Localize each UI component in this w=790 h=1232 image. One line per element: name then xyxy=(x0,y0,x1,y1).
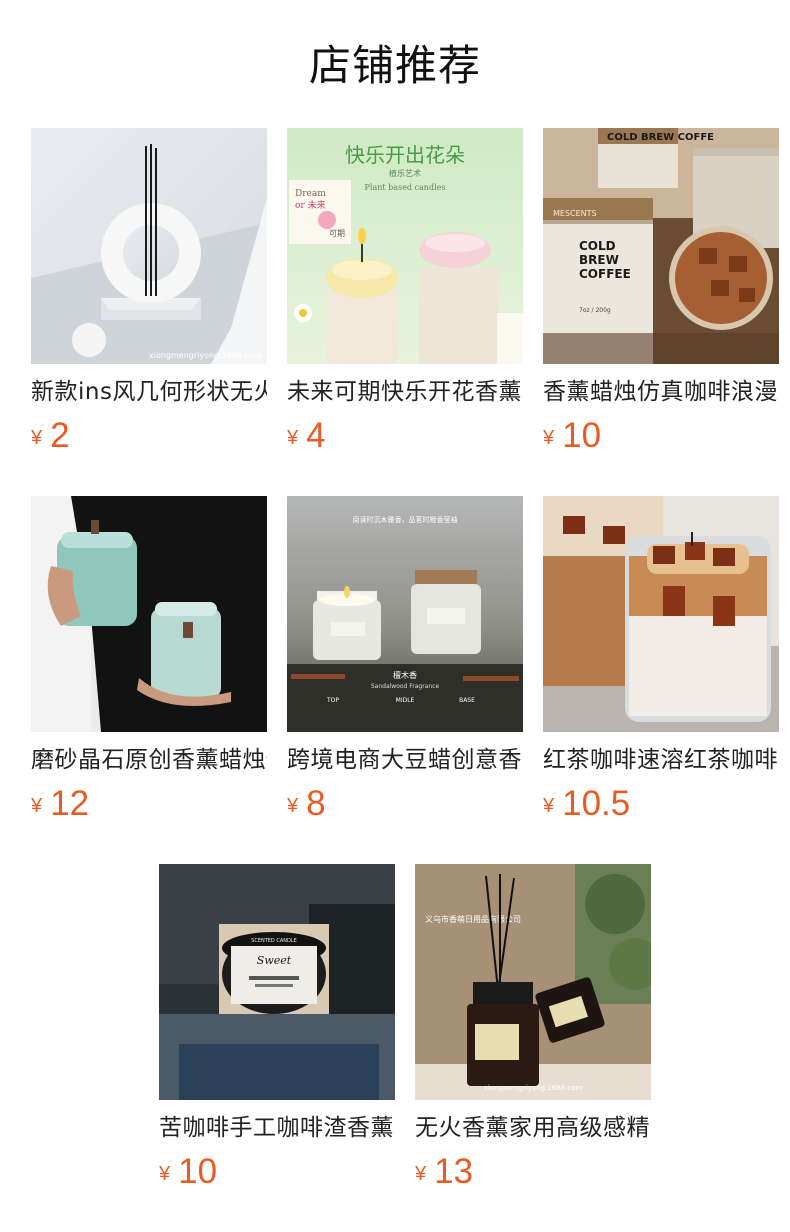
scent-name-en: Sandalwood Fragrance xyxy=(371,683,440,690)
product-name[interactable]: 红茶咖啡速溶红茶咖啡蜡烛 xyxy=(543,744,779,776)
watermark-text: xiongmengriyong.1688.com xyxy=(149,351,262,360)
price-value: 12 xyxy=(50,784,90,823)
product-price: ¥10 xyxy=(159,1150,395,1200)
product-image[interactable]: xiongmengriyong.1688.com xyxy=(31,128,267,364)
currency-symbol: ¥ xyxy=(287,427,299,449)
image-subtext-en: Plant based candles xyxy=(365,183,446,192)
product-price: ¥4 xyxy=(287,414,523,464)
box-text: 可期 xyxy=(329,229,345,238)
product-name[interactable]: 无火香薰家用高级感精油 xyxy=(415,1112,651,1144)
product-name[interactable]: 跨境电商大豆蜡创意香薰蜡烛 xyxy=(287,744,523,776)
image-subtext: 植乐艺术 xyxy=(389,168,421,178)
product-card[interactable]: COLD BREW COFFE MESCENTS COLD BREW COFFE… xyxy=(543,128,779,468)
product-price: ¥10 xyxy=(543,414,779,464)
page-title: 店铺推荐 xyxy=(308,41,481,90)
product-name[interactable]: 香薰蜡烛仿真咖啡浪漫氛围 xyxy=(543,376,779,408)
product-image[interactable]: 阅读时沉木雅香，品茗时橙香莹袖 檀木香 Sandalwood Fragrance… xyxy=(287,496,523,732)
image-headline: 快乐开出花朵 xyxy=(345,143,465,167)
product-price: ¥13 xyxy=(415,1150,651,1200)
product-image[interactable]: Sweet SCENTED CANDLE xyxy=(159,864,395,1100)
product-image[interactable]: 快乐开出花朵 植乐艺术 Plant based candles Dream or… xyxy=(287,128,523,364)
product-image[interactable] xyxy=(543,496,779,732)
image-headline: 阅读时沉木雅香，品茗时橙香莹袖 xyxy=(353,515,458,524)
currency-symbol: ¥ xyxy=(31,427,43,449)
currency-symbol: ¥ xyxy=(415,1163,427,1185)
currency-symbol: ¥ xyxy=(543,795,555,817)
watermark-text: xiongmengriyong.1688.com xyxy=(484,1084,583,1092)
currency-symbol: ¥ xyxy=(543,427,555,449)
box-text: Dream xyxy=(295,189,326,199)
product-card[interactable]: 义乌市香萌日用品有限公司 xiongmengriyong.1688.com 无火… xyxy=(415,864,651,1204)
jar-label: COLD BREW COFFE xyxy=(607,132,714,143)
product-name[interactable]: 磨砂晶石原创香薰蜡烛伴手礼 xyxy=(31,744,267,776)
product-price: ¥8 xyxy=(287,782,523,832)
product-card[interactable]: 红茶咖啡速溶红茶咖啡蜡烛 ¥10.5 xyxy=(543,496,779,836)
currency-symbol: ¥ xyxy=(31,795,43,817)
product-price: ¥10.5 xyxy=(543,782,779,832)
scent-name: 檀木香 xyxy=(393,670,417,680)
price-value: 4 xyxy=(306,416,326,455)
note-label: MIDLE xyxy=(396,697,415,704)
note-label: BASE xyxy=(459,697,475,704)
currency-symbol: ¥ xyxy=(159,1163,171,1185)
product-name[interactable]: 苦咖啡手工咖啡渣香薰蜡烛 xyxy=(159,1112,395,1144)
price-value: 2 xyxy=(50,416,70,455)
jar-label: COFFEE xyxy=(579,267,631,281)
box-text: or 未来 xyxy=(295,199,326,211)
product-image[interactable]: 义乌市香萌日用品有限公司 xiongmengriyong.1688.com xyxy=(415,864,651,1100)
product-price: ¥2 xyxy=(31,414,267,464)
currency-symbol: ¥ xyxy=(287,795,299,817)
jar-brand: Sweet xyxy=(257,954,292,967)
price-value: 13 xyxy=(434,1152,474,1191)
product-name[interactable]: 新款ins风几何形状无火香薰 xyxy=(31,376,267,408)
product-card[interactable]: Sweet SCENTED CANDLE 苦咖啡手工咖啡渣香薰蜡烛 ¥10 xyxy=(159,864,395,1204)
product-price: ¥12 xyxy=(31,782,267,832)
note-label: TOP xyxy=(326,697,339,704)
product-card[interactable]: xiongmengriyong.1688.com 新款ins风几何形状无火香薰 … xyxy=(31,128,267,468)
jar-weight: 7oz / 200g xyxy=(579,307,611,314)
product-image[interactable] xyxy=(31,496,267,732)
jar-label: COLD xyxy=(579,239,616,253)
product-card[interactable]: 阅读时沉木雅香，品茗时橙香莹袖 檀木香 Sandalwood Fragrance… xyxy=(287,496,523,836)
jar-label: SCENTED CANDLE xyxy=(251,938,297,944)
product-name[interactable]: 未来可期快乐开花香薰蜡烛 xyxy=(287,376,523,408)
product-image[interactable]: COLD BREW COFFE MESCENTS COLD BREW COFFE… xyxy=(543,128,779,364)
product-card[interactable]: 快乐开出花朵 植乐艺术 Plant based candles Dream or… xyxy=(287,128,523,468)
price-value: 10.5 xyxy=(562,784,631,823)
watermark-text: 义乌市香萌日用品有限公司 xyxy=(425,914,521,924)
product-card[interactable]: 磨砂晶石原创香薰蜡烛伴手礼 ¥12 xyxy=(31,496,267,836)
price-value: 10 xyxy=(178,1152,218,1191)
jar-brand: MESCENTS xyxy=(553,209,597,218)
price-value: 8 xyxy=(306,784,326,823)
jar-label: BREW xyxy=(579,253,619,267)
price-value: 10 xyxy=(562,416,602,455)
